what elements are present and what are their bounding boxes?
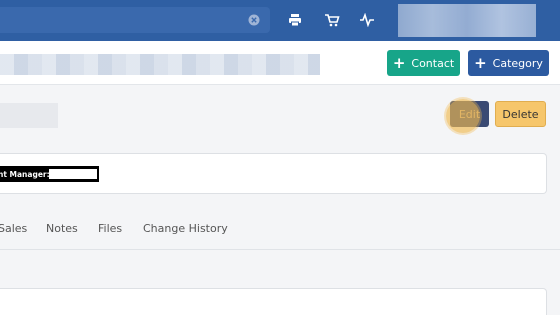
page-title-redacted <box>0 54 320 75</box>
add-category-button[interactable]: + Category <box>468 50 549 76</box>
print-icon[interactable] <box>287 13 303 27</box>
tab-sales[interactable]: Sales <box>0 222 27 235</box>
search-input[interactable] <box>0 7 240 33</box>
delete-button[interactable]: Delete <box>495 101 546 127</box>
add-category-label: Category <box>492 56 543 70</box>
account-manager-value-redacted <box>49 169 97 179</box>
record-info-card: nt Manager: <box>0 153 547 194</box>
account-manager-field: nt Manager: <box>0 166 99 182</box>
plus-icon: + <box>392 53 406 72</box>
record-name-redacted <box>0 103 58 128</box>
activity-icon[interactable] <box>359 13 375 27</box>
user-profile-area[interactable] <box>398 4 536 37</box>
tab-files[interactable]: Files <box>98 222 122 235</box>
edit-label: Edit <box>458 107 481 121</box>
account-manager-label: nt Manager: <box>0 169 50 179</box>
edit-button[interactable]: Edit <box>450 101 489 127</box>
tabs-divider <box>0 249 560 250</box>
add-contact-label: Contact <box>411 56 455 70</box>
clear-search-icon[interactable] <box>248 14 260 26</box>
plus-icon: + <box>474 53 487 72</box>
record-tabs: Sales Notes Files Change History <box>0 220 560 250</box>
tab-change-history[interactable]: Change History <box>143 222 228 235</box>
cart-icon[interactable] <box>324 13 340 27</box>
add-contact-button[interactable]: + Contact <box>387 50 460 76</box>
delete-label: Delete <box>502 107 539 121</box>
tab-content-card <box>0 288 547 315</box>
tab-notes[interactable]: Notes <box>46 222 78 235</box>
top-navbar <box>0 0 560 41</box>
search-box[interactable] <box>0 7 270 33</box>
